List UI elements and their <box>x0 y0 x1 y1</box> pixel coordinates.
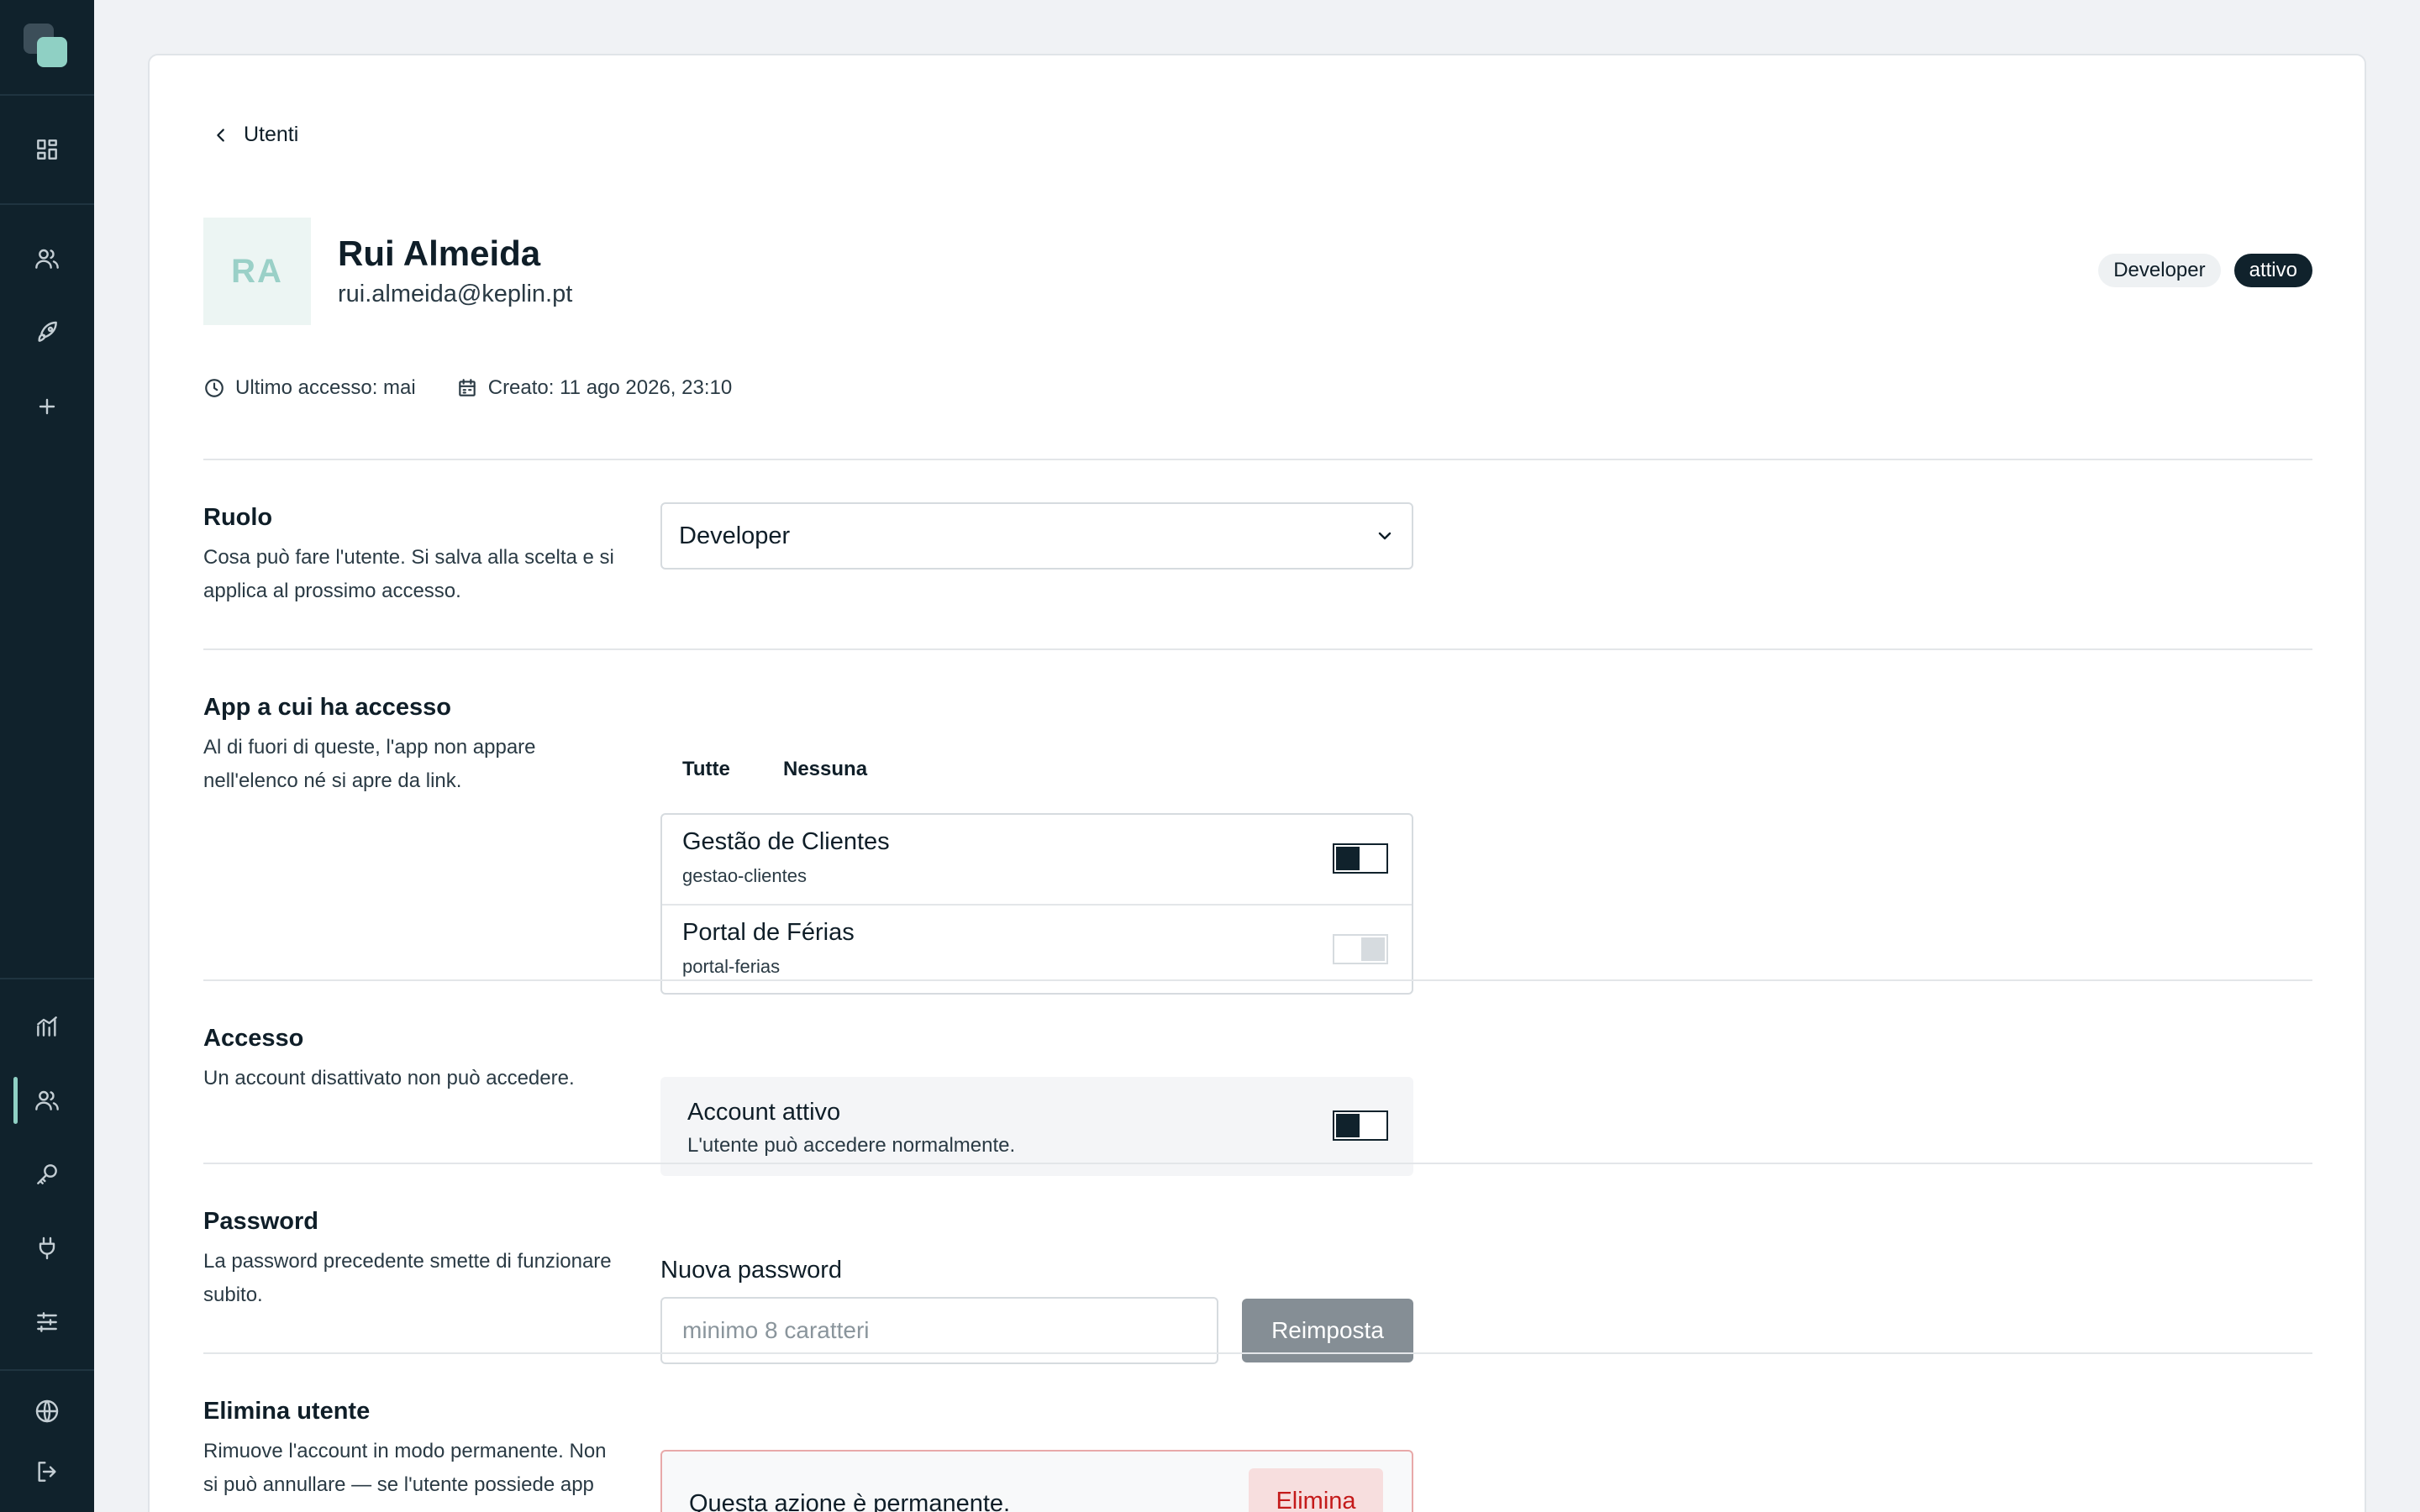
select-all-apps-button[interactable]: Tutte <box>682 758 730 781</box>
new-password-input[interactable] <box>660 1297 1218 1364</box>
account-status-box: Account attivo L'utente può accedere nor… <box>660 1077 1413 1176</box>
toggle-knob <box>1336 847 1360 870</box>
user-name: Rui Almeida <box>338 234 541 273</box>
user-badges: Developer attivo <box>2098 254 2312 287</box>
account-status-title: Account attivo <box>687 1099 841 1126</box>
delete-warning-text: Questa azione è permanente. <box>689 1490 1011 1512</box>
status-badge: attivo <box>2233 254 2312 287</box>
delete-danger-box: Questa azione è permanente. Elimina <box>660 1450 1413 1512</box>
users-icon[interactable] <box>25 237 69 281</box>
account-active-toggle[interactable] <box>1333 1110 1388 1141</box>
role-select[interactable]: Developer <box>660 502 1413 570</box>
sliders-icon[interactable] <box>25 1300 69 1344</box>
plug-icon[interactable] <box>25 1226 69 1270</box>
access-section-description: Un account disattivato non può accedere. <box>203 1067 575 1089</box>
sidebar-divider <box>0 94 94 96</box>
analytics-icon[interactable] <box>25 1005 69 1048</box>
role-section-title: Ruolo <box>203 504 273 531</box>
sidebar-active-indicator <box>13 1077 18 1124</box>
clock-icon <box>205 379 224 397</box>
toggle-knob <box>1336 1114 1360 1137</box>
app-access-toggle[interactable] <box>1333 843 1388 874</box>
calendar-icon <box>458 379 476 396</box>
breadcrumb-back-link[interactable]: Utenti <box>212 123 298 147</box>
delete-section-description: Rimuove l'account in modo permanente. No… <box>203 1440 607 1496</box>
app-slug: gestao-clientes <box>682 865 807 886</box>
key-icon[interactable] <box>25 1152 69 1196</box>
logo-front-square <box>37 37 67 67</box>
app-name: Portal de Férias <box>682 919 855 946</box>
role-select-value: Developer <box>679 522 791 549</box>
chevron-left-icon <box>217 128 224 142</box>
last-access-text: Ultimo accesso: mai <box>235 376 416 399</box>
globe-icon[interactable] <box>25 1389 69 1433</box>
new-password-label: Nuova password <box>660 1257 842 1284</box>
avatar: RA <box>203 218 311 325</box>
account-status-description: L'utente può accedere normalmente. <box>687 1134 1016 1157</box>
section-divider <box>203 979 2312 981</box>
created-date-text: Creato: 11 ago 2026, 23:10 <box>487 376 733 399</box>
breadcrumb-label: Utenti <box>244 123 299 146</box>
section-divider <box>203 1352 2312 1354</box>
delete-section-title: Elimina utente <box>203 1398 371 1425</box>
users-icon[interactable] <box>25 1079 69 1122</box>
user-meta: Ultimo accesso: mai Creato: 11 ago 2026,… <box>203 376 732 400</box>
section-divider <box>203 648 2312 650</box>
apps-section-title: App a cui ha accesso <box>203 694 451 721</box>
role-badge: Developer <box>2098 254 2221 287</box>
rocket-icon[interactable] <box>25 311 69 354</box>
sidebar-divider <box>0 203 94 205</box>
app-access-toggle[interactable] <box>1333 934 1388 964</box>
toggle-knob <box>1361 937 1385 961</box>
select-none-apps-button[interactable]: Nessuna <box>783 758 867 781</box>
sidebar-divider <box>0 1369 94 1371</box>
user-email: rui.almeida@keplin.pt <box>338 281 573 307</box>
chevron-down-icon <box>1378 532 1392 540</box>
user-detail-card: Utenti RA Rui Almeida rui.almeida@keplin… <box>148 54 2366 1512</box>
app-logo[interactable] <box>24 24 71 71</box>
section-divider <box>203 459 2312 460</box>
delete-user-button[interactable]: Elimina <box>1249 1468 1383 1512</box>
last-access: Ultimo accesso: mai <box>203 376 416 400</box>
dashboard-icon[interactable] <box>25 128 69 171</box>
sidebar <box>0 0 94 1512</box>
logout-icon[interactable] <box>25 1450 69 1494</box>
list-item: Gestão de Clientes gestao-clientes <box>662 815 1412 904</box>
created-date: Creato: 11 ago 2026, 23:10 <box>456 376 732 400</box>
password-section-description: La password precedente smette di funzion… <box>203 1250 612 1306</box>
app-name: Gestão de Clientes <box>682 828 890 855</box>
app-access-list: Gestão de Clientes gestao-clientes Porta… <box>660 813 1413 995</box>
role-section-description: Cosa può fare l'utente. Si salva alla sc… <box>203 546 614 602</box>
plus-icon[interactable] <box>25 385 69 428</box>
apps-section-description: Al di fuori di queste, l'app non appare … <box>203 736 536 792</box>
sidebar-divider <box>0 978 94 979</box>
password-section-title: Password <box>203 1208 318 1235</box>
access-section-title: Accesso <box>203 1025 304 1052</box>
app-slug: portal-ferias <box>682 956 781 977</box>
section-divider <box>203 1163 2312 1164</box>
